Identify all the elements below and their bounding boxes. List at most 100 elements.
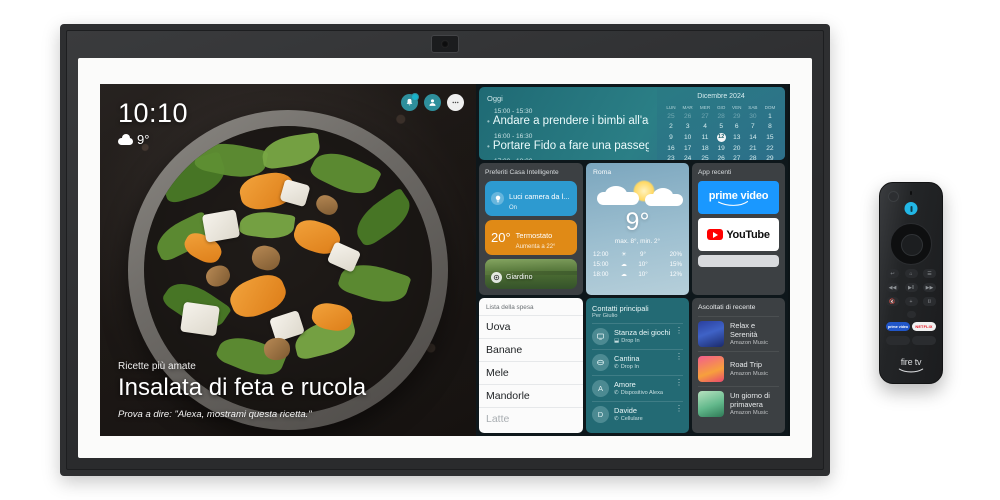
photo-kicker: Ricette più amate <box>118 361 196 373</box>
music-row[interactable]: Relax e Serenità Amazon Music <box>698 316 779 351</box>
calendar-day-cell[interactable]: 13 <box>729 132 745 144</box>
app-tile-youtube[interactable]: YouTube <box>698 218 779 251</box>
month-grid: LUN MAR MER GIO VEN SAB DOM 25 26 27 28 29 30 1 2 3 4 5 6… <box>663 104 779 160</box>
calendar-day-cell[interactable]: 22 <box>761 143 779 153</box>
alexa-button[interactable] <box>904 202 918 215</box>
music-row[interactable]: Un giorno di primavera Amazon Music <box>698 386 779 421</box>
agenda-event[interactable]: 16:00 - 16:30 • Portare Fido a fare una … <box>487 133 649 153</box>
calendar-day-cell[interactable]: 8 <box>761 122 779 132</box>
contact-row[interactable]: Cantina ✆ Drop In ⋮ <box>592 349 683 375</box>
shopping-list-widget[interactable]: Lista della spesa Uova Banane Mele Mando… <box>479 298 583 433</box>
app-tile-more[interactable] <box>698 255 779 267</box>
shopping-item[interactable]: Uova <box>479 315 583 338</box>
calendar-day-cell[interactable]: 29 <box>729 112 745 122</box>
calendar-day-cell[interactable]: 12 <box>714 132 729 144</box>
contact-overflow-icon[interactable]: ⋮ <box>675 379 683 387</box>
calendar-day-cell[interactable]: 30 <box>745 112 761 122</box>
calendar-day-cell[interactable]: 29 <box>761 153 779 160</box>
agenda-event[interactable]: 15:00 - 15:30 • Andare a prendere i bimb… <box>487 108 649 128</box>
calendar-day-cell[interactable]: 19 <box>714 143 729 153</box>
calendar-day-cell[interactable]: 7 <box>745 122 761 132</box>
recent-apps-widget[interactable]: App recenti prime video YouTube <box>692 163 785 295</box>
app-tile-prime-video[interactable]: prime video <box>698 181 779 214</box>
calendar-day-cell[interactable]: 10 <box>679 132 696 144</box>
agenda-event[interactable]: 17:00 - 18:00 • Palestra <box>487 158 649 160</box>
recent-apps-header: App recenti <box>698 169 732 176</box>
calendar-day-cell[interactable]: 4 <box>696 122 713 132</box>
remote-prime-video-button[interactable]: prime video <box>886 322 910 331</box>
month-calendar[interactable]: Dicembre 2024 LUN MAR MER GIO VEN SAB DOM 25 26… <box>657 87 785 160</box>
calendar-day-cell[interactable]: 25 <box>696 153 713 160</box>
dpad-ring[interactable] <box>890 223 932 265</box>
shopping-item[interactable]: Mele <box>479 361 583 384</box>
shopping-item[interactable]: Banane <box>479 338 583 361</box>
photo-voice-hint: Prova a dire: "Alexa, mostrami questa ri… <box>118 409 312 420</box>
calendar-day-cell[interactable]: 6 <box>729 122 745 132</box>
menu-button[interactable]: ☰ <box>923 269 936 278</box>
calendar-week-row: 23 24 25 26 27 28 29 <box>663 153 779 160</box>
calendar-day-cell[interactable]: 11 <box>696 132 713 144</box>
contact-overflow-icon[interactable]: ⋮ <box>675 327 683 335</box>
calendar-day-cell[interactable]: 20 <box>729 143 745 153</box>
calendar-day-cell[interactable]: 28 <box>745 153 761 160</box>
camera-tile[interactable]: Giardino <box>485 259 577 289</box>
calendar-day-cell[interactable]: 23 <box>663 153 679 160</box>
youtube-play-icon <box>707 229 724 240</box>
calendar-day-cell[interactable]: 27 <box>729 153 745 160</box>
calendar-day-cell[interactable]: 24 <box>679 153 696 160</box>
weekday-header-row: LUN MAR MER GIO VEN SAB DOM <box>663 104 779 112</box>
calendar-day-cell[interactable]: 3 <box>679 122 696 132</box>
calendar-day-cell[interactable]: 26 <box>679 112 696 122</box>
home-button[interactable]: ⌂ <box>904 269 918 278</box>
thermostat-tile[interactable]: 20° Termostato Aumenta a 22° <box>485 220 577 255</box>
volume-up-button[interactable]: + <box>904 297 918 306</box>
smart-home-widget[interactable]: Preferiti Casa Intelligente Luci camera … <box>479 163 583 295</box>
calendar-day-cell[interactable]: 27 <box>696 112 713 122</box>
recent-music-widget[interactable]: Ascoltati di recente Relax e Serenità Am… <box>692 298 785 433</box>
music-title: Un giorno di primavera <box>730 390 770 409</box>
contact-row[interactable]: A Amore ✆ Dispositivo Alexa ⋮ <box>592 375 683 401</box>
play-pause-button[interactable]: ▶‖ <box>904 283 918 292</box>
contact-overflow-icon[interactable]: ⋮ <box>675 353 683 361</box>
calendar-day-cell[interactable]: 5 <box>714 122 729 132</box>
calendar-day-cell[interactable]: 21 <box>745 143 761 153</box>
calendar-widget[interactable]: Oggi 15:00 - 15:30 • Andare a prendere i… <box>479 87 785 160</box>
cloud-icon: ☁ <box>620 260 628 268</box>
more-icon[interactable] <box>447 94 464 111</box>
calendar-day-cell[interactable]: 9 <box>663 132 679 144</box>
power-button[interactable] <box>888 191 899 202</box>
remote-app-button-4[interactable] <box>912 336 936 345</box>
light-control-tile[interactable]: Luci camera da l... On <box>485 181 577 216</box>
fast-forward-button[interactable]: ▶▶ <box>923 283 936 292</box>
contacts-widget[interactable]: Contatti principali Per Giulio Stanza de… <box>586 298 689 433</box>
rewind-button[interactable]: ◀◀ <box>886 283 899 292</box>
contact-row[interactable]: D Davide ✆ Cellulare ⋮ <box>592 401 683 427</box>
calendar-day-cell[interactable]: 17 <box>679 143 696 153</box>
shopping-item[interactable]: Mandorle <box>479 384 583 407</box>
calendar-day-cell[interactable]: 28 <box>714 112 729 122</box>
contact-overflow-icon[interactable]: ⋮ <box>675 405 683 413</box>
music-row[interactable]: Road Trip Amazon Music <box>698 351 779 386</box>
display-screen: 10:10 9° Ricette più amate Insalata di f… <box>100 84 790 436</box>
remote-netflix-button[interactable]: NETFLIX <box>912 322 936 331</box>
photo-pane[interactable]: 10:10 9° Ricette più amate Insalata di f… <box>100 84 476 436</box>
contact-row[interactable]: Stanza dei giochi ⬓ Drop In ⋮ <box>592 323 683 349</box>
calendar-day-cell[interactable]: 26 <box>714 153 729 160</box>
weather-widget[interactable]: Roma 9° max. 8°, min. 2° 12:00 ☀ 9° 20% … <box>586 163 689 295</box>
back-button[interactable]: ↩ <box>886 269 899 278</box>
profile-icon[interactable] <box>424 94 441 111</box>
channel-up-button[interactable]: ⌷ <box>923 297 936 306</box>
calendar-day-cell[interactable]: 18 <box>696 143 713 153</box>
calendar-day-cell[interactable]: 2 <box>663 122 679 132</box>
mute-button[interactable]: 🔇 <box>886 297 899 306</box>
volume-down-button[interactable] <box>906 311 916 318</box>
notifications-icon[interactable] <box>401 93 419 111</box>
remote-app-button-3[interactable] <box>886 336 910 345</box>
calendar-day-cell[interactable]: 16 <box>663 143 679 153</box>
calendar-day-cell[interactable]: 14 <box>745 132 761 144</box>
calendar-day-cell[interactable]: 25 <box>663 112 679 122</box>
cloud-icon: ☁ <box>620 270 628 278</box>
calendar-day-cell[interactable]: 15 <box>761 132 779 144</box>
calendar-day-cell[interactable]: 1 <box>761 112 779 122</box>
shopping-item[interactable]: Latte <box>479 407 583 430</box>
